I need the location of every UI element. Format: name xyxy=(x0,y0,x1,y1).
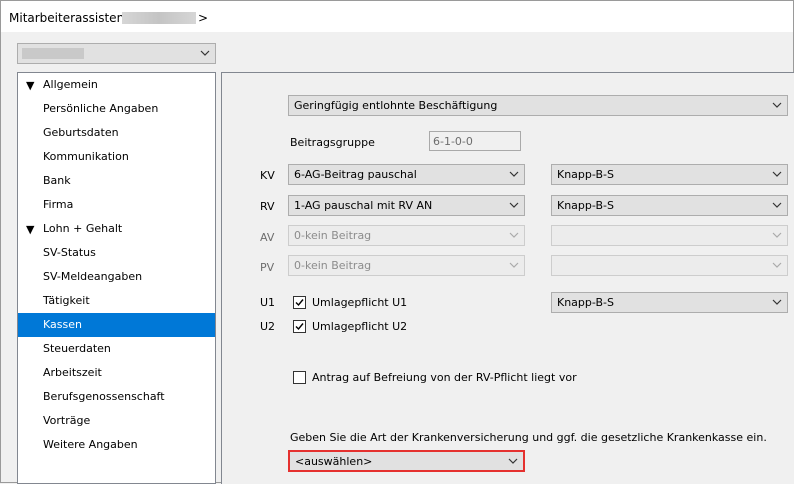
av-beitrag-dropdown: 0-kein Beitrag xyxy=(288,225,525,246)
selected-value: 0-kein Beitrag xyxy=(294,259,372,272)
kv-art-hint: Geben Sie die Art der Krankenversicherun… xyxy=(290,431,767,444)
checkmark-icon xyxy=(295,299,304,307)
umlagepflicht-u1-checkbox[interactable] xyxy=(293,296,306,309)
kv-label: KV xyxy=(260,169,275,182)
kv-beitrag-dropdown[interactable]: 6-AG-Beitrag pauschal xyxy=(288,164,525,185)
kassen-panel: Geringfügig entlohnte Beschäftigung Beit… xyxy=(221,72,794,484)
nav-item-vortraege[interactable]: Vorträge xyxy=(18,409,215,433)
selected-value: 0-kein Beitrag xyxy=(294,229,372,242)
selected-value: 1-AG pauschal mit RV AN xyxy=(294,199,433,212)
beitragsgruppe-field: 6-1-0-0 xyxy=(429,131,521,151)
chevron-down-icon xyxy=(772,102,782,108)
nav-item-label: Arbeitszeit xyxy=(43,366,102,379)
nav-item-label: Allgemein xyxy=(43,78,98,91)
chevron-down-icon xyxy=(509,232,519,238)
umlagepflicht-u2-label: Umlagepflicht U2 xyxy=(312,320,408,333)
av-label: AV xyxy=(260,231,275,244)
rv-beitrag-dropdown[interactable]: 1-AG pauschal mit RV AN xyxy=(288,195,525,216)
nav-item-arbeitszeit[interactable]: Arbeitszeit xyxy=(18,361,215,385)
u1-label: U1 xyxy=(260,296,276,309)
nav-item-label: Vorträge xyxy=(43,414,91,427)
nav-item-sv-status[interactable]: SV-Status xyxy=(18,241,215,265)
chevron-down-icon xyxy=(508,458,518,464)
nav-item-label: Kommunikation xyxy=(43,150,129,163)
nav-item-persoenliche-angaben[interactable]: Persönliche Angaben xyxy=(18,97,215,121)
title-bar: Mitarbeiterassistent < > xyxy=(1,1,793,32)
chevron-down-icon xyxy=(772,299,782,305)
nav-item-label: SV-Meldeangaben xyxy=(43,270,143,283)
nav-item-label: Firma xyxy=(43,198,74,211)
nav-item-berufsgenossenschaft[interactable]: Berufsgenossenschaft xyxy=(18,385,215,409)
pv-label: PV xyxy=(260,261,275,274)
u1-kasse-dropdown[interactable]: Knapp-B-S xyxy=(551,292,788,313)
av-kasse-dropdown xyxy=(551,225,788,246)
nav-item-steuerdaten[interactable]: Steuerdaten xyxy=(18,337,215,361)
selected-value: Knapp-B-S xyxy=(557,296,614,309)
nav-group-lohn-gehalt[interactable]: ▼ Lohn + Gehalt xyxy=(18,217,215,241)
chevron-down-icon xyxy=(509,262,519,268)
chevron-down-icon xyxy=(509,171,519,177)
chevron-down-icon xyxy=(772,171,782,177)
umlagepflicht-u2-checkbox[interactable] xyxy=(293,320,306,333)
sidebar-navigation: ▼ Allgemein Persönliche Angaben Geburtsd… xyxy=(17,72,216,484)
window-title-end: > xyxy=(198,11,209,25)
nav-item-kommunikation[interactable]: Kommunikation xyxy=(18,145,215,169)
employee-selector-dropdown[interactable] xyxy=(17,43,216,64)
selected-value: Knapp-B-S xyxy=(557,199,614,212)
employee-assistant-window: Mitarbeiterassistent < > ▼ Allgemein Per… xyxy=(0,0,794,484)
nav-item-bank[interactable]: Bank xyxy=(18,169,215,193)
chevron-down-icon xyxy=(772,232,782,238)
rv-kasse-dropdown[interactable]: Knapp-B-S xyxy=(551,195,788,216)
chevron-down-icon xyxy=(772,202,782,208)
selected-value: 6-AG-Beitrag pauschal xyxy=(294,168,417,181)
redacted-selection xyxy=(22,48,84,59)
nav-group-allgemein[interactable]: ▼ Allgemein xyxy=(18,73,215,97)
nav-item-label: Kassen xyxy=(43,318,82,331)
expanded-triangle-icon: ▼ xyxy=(26,223,35,236)
pv-kasse-dropdown xyxy=(551,255,788,276)
nav-item-sv-meldeangaben[interactable]: SV-Meldeangaben xyxy=(18,265,215,289)
nav-item-taetigkeit[interactable]: Tätigkeit xyxy=(18,289,215,313)
nav-item-label: Steuerdaten xyxy=(43,342,111,355)
nav-item-label: Tätigkeit xyxy=(43,294,90,307)
nav-item-label: Berufsgenossenschaft xyxy=(43,390,165,403)
expanded-triangle-icon: ▼ xyxy=(26,79,35,92)
nav-item-firma[interactable]: Firma xyxy=(18,193,215,217)
umlagepflicht-u1-label: Umlagepflicht U1 xyxy=(312,296,408,309)
rv-label: RV xyxy=(260,200,275,213)
beschaeftigung-dropdown[interactable]: Geringfügig entlohnte Beschäftigung xyxy=(288,95,788,116)
kv-kasse-dropdown[interactable]: Knapp-B-S xyxy=(551,164,788,185)
nav-item-label: Lohn + Gehalt xyxy=(43,222,123,235)
nav-item-geburtsdaten[interactable]: Geburtsdaten xyxy=(18,121,215,145)
nav-item-label: SV-Status xyxy=(43,246,96,259)
selected-value: Knapp-B-S xyxy=(557,168,614,181)
chevron-down-icon xyxy=(200,50,210,56)
beitragsgruppe-label: Beitragsgruppe xyxy=(290,136,375,149)
pv-beitrag-dropdown: 0-kein Beitrag xyxy=(288,255,525,276)
redacted-employee-name xyxy=(122,12,196,24)
selected-value: <auswählen> xyxy=(295,455,373,468)
u2-label: U2 xyxy=(260,320,276,333)
rv-befreiung-checkbox[interactable] xyxy=(293,371,306,384)
nav-item-label: Bank xyxy=(43,174,71,187)
rv-befreiung-label: Antrag auf Befreiung von der RV-Pflicht … xyxy=(312,371,577,384)
beitragsgruppe-value: 6-1-0-0 xyxy=(433,135,473,148)
nav-item-weitere-angaben[interactable]: Weitere Angaben xyxy=(18,433,215,457)
chevron-down-icon xyxy=(772,262,782,268)
checkmark-icon xyxy=(295,323,304,331)
nav-item-kassen[interactable]: Kassen xyxy=(18,313,215,337)
nav-item-label: Weitere Angaben xyxy=(43,438,138,451)
selected-value: Geringfügig entlohnte Beschäftigung xyxy=(294,99,498,112)
chevron-down-icon xyxy=(509,202,519,208)
nav-item-label: Geburtsdaten xyxy=(43,126,119,139)
kv-art-dropdown[interactable]: <auswählen> xyxy=(288,450,525,472)
nav-item-label: Persönliche Angaben xyxy=(43,102,159,115)
